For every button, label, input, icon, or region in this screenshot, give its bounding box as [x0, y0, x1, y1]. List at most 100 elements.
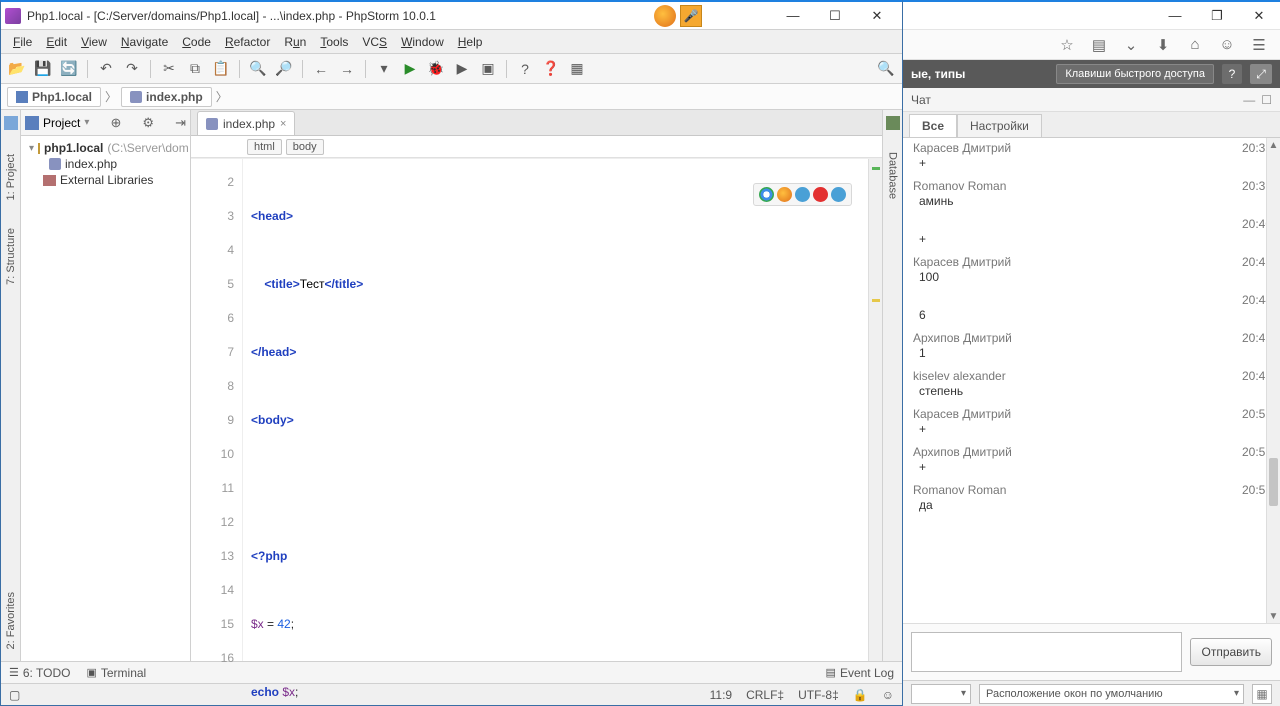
menu-navigate[interactable]: Navigate — [115, 33, 174, 51]
chat-max-icon[interactable]: ☐ — [1261, 93, 1272, 107]
grid-icon[interactable]: ▦ — [1252, 684, 1272, 704]
home-icon[interactable]: ⌂ — [1186, 36, 1204, 54]
small-dropdown[interactable] — [911, 684, 971, 704]
help2-icon[interactable]: ❓ — [541, 59, 561, 79]
menu-edit[interactable]: Edit — [40, 33, 73, 51]
chat-min-icon[interactable]: — — [1243, 93, 1255, 107]
config-dd-icon[interactable]: ▾ — [374, 59, 394, 79]
chat-input[interactable] — [911, 632, 1182, 672]
phpstorm-window: Php1.local - [C:/Server/domains/Php1.loc… — [0, 0, 903, 706]
menu-run[interactable]: Run — [278, 33, 312, 51]
left-tool-gutter: 1: Project 7: Structure 2: Favorites — [1, 110, 21, 661]
chat-message: Карасев Дмитрий20:35+ — [903, 138, 1280, 176]
maximize-button[interactable]: ❐ — [1196, 3, 1238, 29]
clipboard-icon[interactable]: ▤ — [1090, 36, 1108, 54]
coverage-icon[interactable]: ▶ — [452, 59, 472, 79]
pocket-icon[interactable]: ⌄ — [1122, 36, 1140, 54]
paste-icon[interactable]: 📋 — [211, 59, 231, 79]
menu-view[interactable]: View — [75, 33, 113, 51]
menu-file[interactable]: File — [7, 33, 38, 51]
gear-icon[interactable]: ⚙ — [142, 115, 154, 131]
firefox-icon[interactable] — [654, 5, 676, 27]
terminal-tab[interactable]: ▣ Terminal — [86, 666, 146, 680]
chat-list[interactable]: Карасев Дмитрий20:35+Romanov Roman20:36а… — [903, 138, 1280, 623]
minimize-button[interactable]: — — [772, 3, 814, 29]
find-icon[interactable]: 🔍 — [248, 59, 268, 79]
editor-area: index.php × html body 234 567 8910 11121… — [191, 110, 882, 661]
menu-vcs[interactable]: VCS — [356, 33, 393, 51]
crumb-body[interactable]: body — [286, 139, 324, 155]
minimize-button[interactable]: — — [1154, 3, 1196, 29]
menu-code[interactable]: Code — [176, 33, 217, 51]
shortcuts-button[interactable]: Клавиши быстрого доступа — [1056, 64, 1214, 84]
libs-icon — [43, 175, 56, 186]
tree-root[interactable]: ▾ php1.local (C:\Server\dom — [23, 140, 188, 156]
search-everywhere-icon[interactable]: 🔍 — [876, 59, 896, 79]
editor-tab[interactable]: index.php × — [197, 111, 295, 135]
copy-icon[interactable]: ⧉ — [185, 59, 205, 79]
run-icon[interactable]: ▶ — [400, 59, 420, 79]
redo-icon[interactable]: ↷ — [122, 59, 142, 79]
layout-dropdown[interactable]: Расположение окон по умолчанию — [979, 684, 1244, 704]
download-icon[interactable]: ⬇ — [1154, 36, 1172, 54]
help-icon[interactable]: ? — [515, 59, 535, 79]
close-tab-icon[interactable]: × — [280, 118, 286, 130]
menu-window[interactable]: Window — [395, 33, 450, 51]
sync-icon[interactable]: 🔄 — [59, 59, 79, 79]
window-title: Php1.local - [C:/Server/domains/Php1.loc… — [27, 9, 436, 23]
project-tool-tab[interactable]: 1: Project — [3, 150, 19, 204]
opera-icon[interactable] — [813, 187, 828, 202]
project-panel: Project ▾ ⊕ ⚙ ⇥ ▾ php1.local (C:\Server\… — [21, 110, 191, 661]
debug-icon[interactable]: 🐞 — [426, 59, 446, 79]
star-icon[interactable]: ☆ — [1058, 36, 1076, 54]
structure-icon[interactable]: ▦ — [567, 59, 587, 79]
project-tool-icon[interactable] — [4, 116, 18, 130]
todo-tab[interactable]: ☰ 6: TODO — [9, 666, 70, 680]
tree-file-index[interactable]: index.php — [23, 156, 188, 172]
help-icon[interactable]: ? — [1222, 64, 1242, 84]
send-button[interactable]: Отправить — [1190, 638, 1272, 666]
database-icon[interactable] — [886, 116, 900, 130]
cut-icon[interactable]: ✂ — [159, 59, 179, 79]
smile-icon[interactable]: ☺ — [1218, 36, 1236, 54]
tree-libs[interactable]: External Libraries — [23, 172, 188, 188]
favorites-tool-tab[interactable]: 2: Favorites — [3, 588, 19, 653]
structure-tool-tab[interactable]: 7: Structure — [3, 224, 19, 289]
hide-icon[interactable]: ⇥ — [175, 115, 186, 131]
hector-icon[interactable]: ☺ — [882, 688, 894, 702]
menu-tools[interactable]: Tools — [314, 33, 354, 51]
status-corner-icon[interactable]: ▢ — [9, 688, 20, 702]
safari-icon[interactable] — [795, 187, 810, 202]
chat-scrollbar[interactable]: ▲▼ — [1266, 138, 1280, 623]
open-icon[interactable]: 📂 — [7, 59, 27, 79]
editor-scrollbar[interactable] — [868, 159, 882, 661]
replace-icon[interactable]: 🔎 — [274, 59, 294, 79]
tab-settings[interactable]: Настройки — [957, 114, 1042, 137]
ie-icon[interactable] — [831, 187, 846, 202]
stop-icon[interactable]: ▣ — [478, 59, 498, 79]
breadcrumb-project[interactable]: Php1.local — [7, 87, 101, 107]
close-button[interactable]: ✕ — [856, 3, 898, 29]
crumb-html[interactable]: html — [247, 139, 282, 155]
chrome-icon[interactable] — [759, 187, 774, 202]
tab-all[interactable]: Все — [909, 114, 957, 137]
fullscreen-icon[interactable]: ⤢ — [1250, 64, 1272, 84]
close-button[interactable]: ✕ — [1238, 3, 1280, 29]
chat-message: kiselev alexander20:45степень — [903, 366, 1280, 404]
save-icon[interactable]: 💾 — [33, 59, 53, 79]
breadcrumb-file[interactable]: index.php — [121, 87, 212, 107]
undo-icon[interactable]: ↶ — [96, 59, 116, 79]
database-tool-tab[interactable]: Database — [885, 148, 901, 203]
code-editor[interactable]: <head> <title>Тест</title> </head> <body… — [243, 159, 868, 661]
firefox-icon[interactable] — [777, 187, 792, 202]
forward-icon[interactable]: → — [337, 59, 357, 79]
menu-help[interactable]: Help — [452, 33, 489, 51]
mic-icon[interactable]: 🎤 — [680, 5, 702, 27]
menu-refactor[interactable]: Refactor — [219, 33, 276, 51]
maximize-button[interactable]: ☐ — [814, 3, 856, 29]
menu-icon[interactable]: ☰ — [1250, 36, 1268, 54]
back-icon[interactable]: ← — [311, 59, 331, 79]
right-tool-gutter: Database — [882, 110, 902, 661]
php-file-icon — [130, 91, 142, 103]
collapse-icon[interactable]: ⊕ — [110, 115, 121, 131]
